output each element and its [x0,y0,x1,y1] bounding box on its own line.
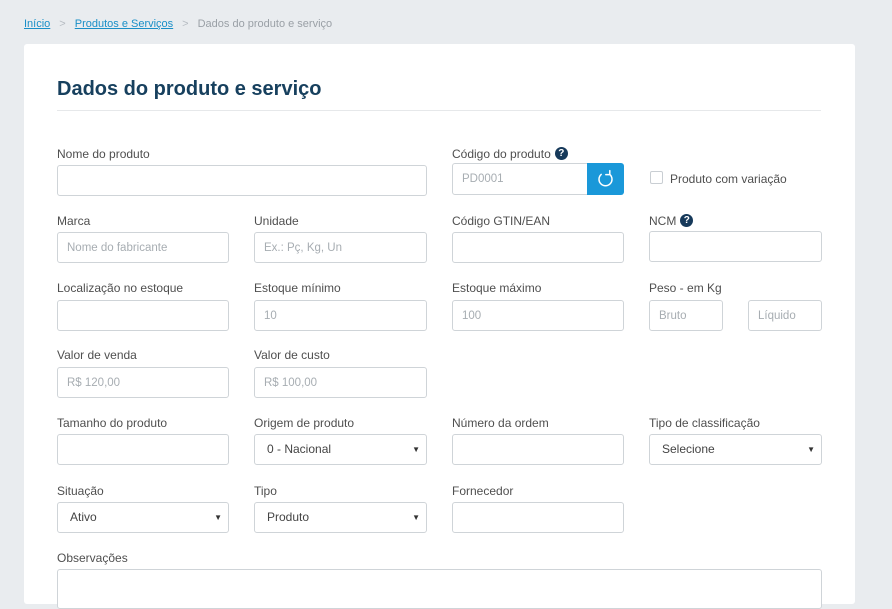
page-title: Dados do produto e serviço [57,78,322,100]
brand-label: Marca [57,214,91,228]
classification-type-select[interactable]: Selecione ▼ [649,434,822,465]
cost-price-input[interactable] [254,367,427,398]
order-number-label: Número da ordem [452,416,549,430]
min-stock-input[interactable] [254,300,427,331]
help-icon[interactable]: ? [680,214,694,228]
net-weight-input[interactable] [748,300,822,331]
stock-location-label: Localização no estoque [57,281,184,295]
breadcrumb-current: Dados do produto e serviço [197,18,333,30]
product-code-label: Código do produto? [452,147,568,161]
breadcrumb-separator: > [59,18,66,30]
gtin-input[interactable] [452,232,624,263]
breadcrumb: Início > Produtos e Serviços > Dados do prod… [24,18,332,30]
ncm-input[interactable] [649,231,822,262]
product-size-input[interactable] [57,434,229,465]
product-size-label: Tamanho do produto [57,416,168,430]
variation-label: Produto com variação [670,172,787,186]
type-label: Tipo [254,484,277,498]
sale-price-label: Valor de venda [57,348,137,362]
max-stock-label: Estoque máximo [452,281,542,295]
type-select[interactable]: Produto ▼ [254,502,427,533]
supplier-label: Fornecedor [452,484,514,498]
ncm-label: NCM? [649,214,694,228]
help-icon[interactable]: ? [554,147,568,161]
origin-label: Origem de produto [254,416,355,430]
chevron-down-icon: ▼ [214,513,222,522]
chevron-down-icon: ▼ [412,445,420,454]
product-code-label-text: Código do produto [452,147,551,161]
variation-checkbox[interactable] [650,171,663,184]
unit-label: Unidade [254,214,299,228]
notes-textarea[interactable] [57,569,822,609]
unit-input[interactable] [254,232,427,263]
product-form-card: Dados do produto e serviço Nome do produ… [24,44,855,609]
supplier-input[interactable] [452,502,624,533]
max-stock-input[interactable] [452,300,624,331]
order-number-input[interactable] [452,434,624,465]
title-divider [57,110,821,111]
gross-weight-input[interactable] [649,300,723,331]
min-stock-label: Estoque mínimo [254,281,341,295]
status-selected: Ativo [70,510,97,524]
origin-selected: 0 - Nacional [267,442,332,456]
weight-label: Peso - em Kg [649,281,722,295]
ncm-label-text: NCM [649,214,677,228]
cost-price-label: Valor de custo [254,348,330,362]
stock-location-input[interactable] [57,300,229,331]
product-name-label: Nome do produto [57,147,150,161]
product-code-input[interactable] [452,163,588,195]
classification-type-selected: Selecione [662,442,715,456]
origin-select[interactable]: 0 - Nacional ▼ [254,434,427,465]
breadcrumb-link-products[interactable]: Produtos e Serviços [75,18,173,30]
generate-code-button[interactable] [587,163,624,195]
chevron-down-icon: ▼ [807,445,815,454]
refresh-icon [598,169,613,187]
notes-label: Observações [57,551,128,565]
status-label: Situação [57,484,104,498]
breadcrumb-separator: > [182,18,189,30]
breadcrumb-link-home[interactable]: Início [24,18,50,30]
chevron-down-icon: ▼ [412,513,420,522]
type-selected: Produto [267,510,310,524]
gtin-label: Código GTIN/EAN [452,214,551,228]
product-name-input[interactable] [57,165,427,196]
sale-price-input[interactable] [57,367,229,398]
status-select[interactable]: Ativo ▼ [57,502,229,533]
brand-input[interactable] [57,232,229,263]
classification-type-label: Tipo de classificação [649,416,760,430]
